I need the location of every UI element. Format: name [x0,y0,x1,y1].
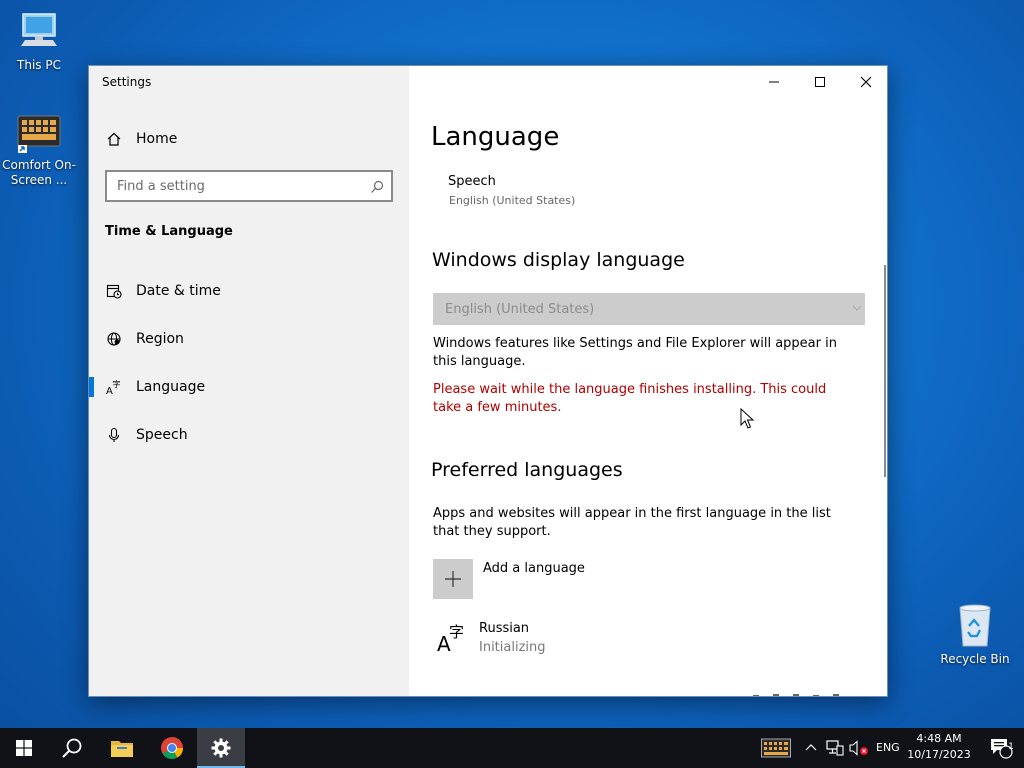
sidebar-item-language[interactable]: A字 Language [89,367,409,407]
sidebar-item-label: Region [136,331,184,347]
home-icon [106,131,122,147]
chevron-up-icon [805,744,817,751]
speech-link[interactable]: Speech [448,174,496,189]
clock-date: 10/17/2023 [907,748,971,761]
section-title: Time & Language [105,224,233,239]
chrome-icon [161,737,183,759]
sidebar-item-speech[interactable]: Speech [89,415,409,455]
desktop-icon-onscreen-keyboard[interactable]: Comfort On-Screen ... [1,114,77,188]
svg-text:字: 字 [449,623,464,641]
clock-time: 4:48 AM [916,732,962,745]
volume-muted-icon [849,740,868,756]
language-icon: A字 [437,622,467,658]
computer-icon [21,13,57,46]
desktop-icon-recycle-bin[interactable]: Recycle Bin [937,602,1013,667]
sidebar: Settings Home Time & Language Date & tim… [89,66,409,696]
window-title: Settings [102,75,152,89]
main-content: Language Speech English (United States) … [409,66,887,696]
install-warning: Please wait while the language finishes … [433,382,827,415]
language-item-status: Initializing [479,640,546,655]
windows-logo-icon [16,740,32,756]
volume-button[interactable] [847,728,871,768]
network-icon [826,740,844,756]
desktop-icon-label: This PC [17,58,61,72]
chrome-button[interactable] [148,728,196,768]
language-icon: A字 [106,379,122,395]
sidebar-item-label: Date & time [136,283,221,299]
calendar-clock-icon [106,283,122,299]
speech-subtitle: English (United States) [449,194,576,207]
sidebar-item-label: Speech [136,427,188,443]
language-item-name[interactable]: Russian [479,621,529,636]
dropdown-selected-value: English (United States) [445,301,595,317]
search-input[interactable] [107,172,357,200]
page-title: Language [431,122,560,152]
scrollbar-thumb[interactable] [884,265,886,477]
display-language-description: Windows features like Settings and File … [433,336,837,369]
sidebar-item-label: Language [136,379,206,395]
taskbar: ENG 4:48 AM 10/17/2023 1 [0,728,1024,768]
input-language-indicator[interactable]: ENG [876,741,900,754]
plus-icon [445,571,461,587]
start-button[interactable] [0,728,48,768]
add-language-label[interactable]: Add a language [483,561,585,576]
recycle-bin-icon [959,604,991,647]
notification-count: 1 [1008,742,1014,752]
sidebar-item-label: Home [136,131,178,147]
search-icon[interactable] [370,179,384,198]
sidebar-item-region[interactable]: Region [89,319,409,359]
file-explorer-button[interactable] [98,728,146,768]
show-hidden-icons-button[interactable] [800,728,822,768]
desktop-icon-this-pc[interactable]: This PC [1,10,77,73]
svg-text:字: 字 [113,379,121,389]
clock[interactable]: 4:48 AM 10/17/2023 [906,731,972,763]
desktop-icon-label: Comfort On-Screen ... [2,158,76,187]
gear-icon [211,738,231,758]
preferred-languages-description: Apps and websites will appear in the fir… [433,506,831,539]
truncated-option-icons [753,694,839,696]
add-language-button[interactable] [433,559,473,599]
keyboard-icon [761,738,791,758]
display-language-dropdown[interactable]: English (United States) [433,293,865,325]
search-box[interactable] [105,170,393,202]
search-icon [62,738,82,758]
search-button[interactable] [48,728,96,768]
onscreen-keyboard-tray-button[interactable] [756,728,796,768]
settings-taskbar-button[interactable] [197,728,245,768]
desktop-icon-label: Recycle Bin [940,652,1010,666]
sidebar-item-home[interactable]: Home [89,119,409,159]
mouse-cursor-icon [740,408,754,429]
network-button[interactable] [823,728,847,768]
sidebar-item-date-time[interactable]: Date & time [89,271,409,311]
preferred-languages-heading: Preferred languages [431,459,623,481]
display-language-heading: Windows display language [432,249,685,271]
globe-icon [106,331,122,347]
action-center-button[interactable]: 1 [978,728,1024,768]
folder-icon [111,741,133,757]
chevron-down-icon [852,305,862,311]
keyboard-icon [17,115,61,153]
microphone-icon [106,427,122,443]
settings-window: Settings Home Time & Language Date & tim… [88,65,888,697]
